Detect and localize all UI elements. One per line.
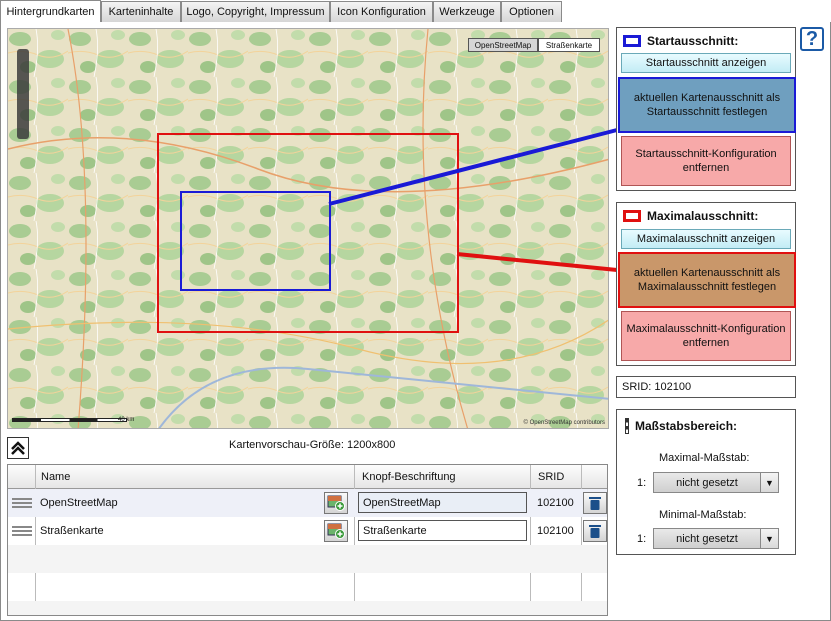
- header-srid[interactable]: SRID: [538, 471, 564, 483]
- row-name: Straßenkarte: [40, 525, 104, 537]
- scale-label: 40 km: [118, 417, 135, 423]
- layer-table: Name Knopf-Beschriftung SRID OpenStreetM…: [7, 464, 608, 616]
- chevron-up-icon: [11, 441, 25, 455]
- scale-range-panel: Maßstabsbereich: Maximal-Maßstab: 1: nic…: [616, 409, 796, 555]
- scale-range-title: Maßstabsbereich:: [625, 418, 737, 434]
- map-attribution: © OpenStreetMap contributors: [523, 420, 605, 426]
- min-scale-prefix: 1:: [637, 533, 647, 545]
- max-extent-title: Maximalausschnitt:: [623, 209, 758, 223]
- max-scale-label: Maximal-Maßstab:: [659, 452, 750, 464]
- delete-button[interactable]: [583, 492, 607, 514]
- layer-osm-button[interactable]: OpenStreetMap: [468, 38, 538, 52]
- min-scale-label: Minimal-Maßstab:: [659, 509, 747, 521]
- tab-werkzeuge[interactable]: Werkzeuge: [433, 1, 501, 22]
- table-row[interactable]: OpenStreetMap OpenStreetMap 102100: [8, 489, 607, 517]
- tab-hintergrundkarten[interactable]: Hintergrundkarten: [0, 0, 101, 22]
- set-start-extent-button[interactable]: aktuellen Kartenausschnitt als Startauss…: [618, 77, 796, 133]
- delete-button[interactable]: [583, 520, 607, 542]
- srid-box: SRID: 102100: [616, 376, 796, 398]
- trash-icon: [589, 497, 601, 510]
- tab-bar: Hintergrundkarten Karteninhalte Logo, Co…: [0, 0, 831, 22]
- zoom-slider[interactable]: [17, 49, 29, 139]
- show-start-extent-button[interactable]: Startausschnitt anzeigen: [621, 53, 791, 73]
- drag-handle-icon[interactable]: [12, 524, 32, 538]
- table-header: Name Knopf-Beschriftung SRID: [8, 465, 607, 489]
- row-srid: 102100: [537, 525, 574, 537]
- add-layer-icon[interactable]: [324, 520, 348, 542]
- label-input[interactable]: OpenStreetMap: [358, 492, 527, 513]
- remove-start-extent-button[interactable]: Startausschnitt-Konfiguration entfernen: [621, 136, 791, 186]
- max-extent-panel: Maximalausschnitt: Maximalausschnitt anz…: [616, 202, 796, 366]
- map-preview[interactable]: OpenStreetMap Straßenkarte 40 km © OpenS…: [7, 28, 609, 429]
- scale-bar: [12, 418, 127, 422]
- drag-handle-icon[interactable]: [12, 496, 32, 510]
- scale-bar-icon: [625, 418, 629, 434]
- start-extent-panel: Startausschnitt: Startausschnitt anzeige…: [616, 27, 796, 191]
- label-input[interactable]: Straßenkarte: [358, 520, 527, 541]
- chevron-down-icon[interactable]: ▼: [760, 472, 779, 493]
- row-name: OpenStreetMap: [40, 497, 118, 509]
- min-scale-select[interactable]: nicht gesetzt: [653, 528, 761, 549]
- set-max-extent-button[interactable]: aktuellen Kartenausschnitt als Maximalau…: [618, 252, 796, 308]
- collapse-button[interactable]: [7, 437, 29, 459]
- help-button[interactable]: ?: [800, 27, 824, 51]
- red-swatch-icon: [623, 210, 641, 222]
- max-scale-select[interactable]: nicht gesetzt: [653, 472, 761, 493]
- table-row[interactable]: Straßenkarte Straßenkarte 102100: [8, 517, 607, 545]
- header-label[interactable]: Knopf-Beschriftung: [362, 471, 456, 483]
- tab-optionen[interactable]: Optionen: [501, 1, 562, 22]
- tab-icon-konfiguration[interactable]: Icon Konfiguration: [330, 1, 433, 22]
- layer-strassenkarte-button[interactable]: Straßenkarte: [538, 38, 600, 52]
- add-layer-icon[interactable]: [324, 492, 348, 514]
- start-extent-title: Startausschnitt:: [623, 34, 738, 48]
- blue-swatch-icon: [623, 35, 641, 47]
- chevron-down-icon[interactable]: ▼: [760, 528, 779, 549]
- remove-max-extent-button[interactable]: Maximalausschnitt-Konfiguration entferne…: [621, 311, 791, 361]
- show-max-extent-button[interactable]: Maximalausschnitt anzeigen: [621, 229, 791, 249]
- tab-karteninhalte[interactable]: Karteninhalte: [101, 1, 181, 22]
- preview-size-label: Kartenvorschau-Größe: 1200x800: [229, 439, 396, 451]
- trash-icon: [589, 525, 601, 538]
- row-srid: 102100: [537, 497, 574, 509]
- max-scale-prefix: 1:: [637, 477, 647, 489]
- map-canvas: [8, 29, 608, 428]
- srid-label: SRID: 102100: [622, 381, 692, 393]
- header-name[interactable]: Name: [41, 471, 70, 483]
- tab-logo-copyright[interactable]: Logo, Copyright, Impressum: [181, 1, 330, 22]
